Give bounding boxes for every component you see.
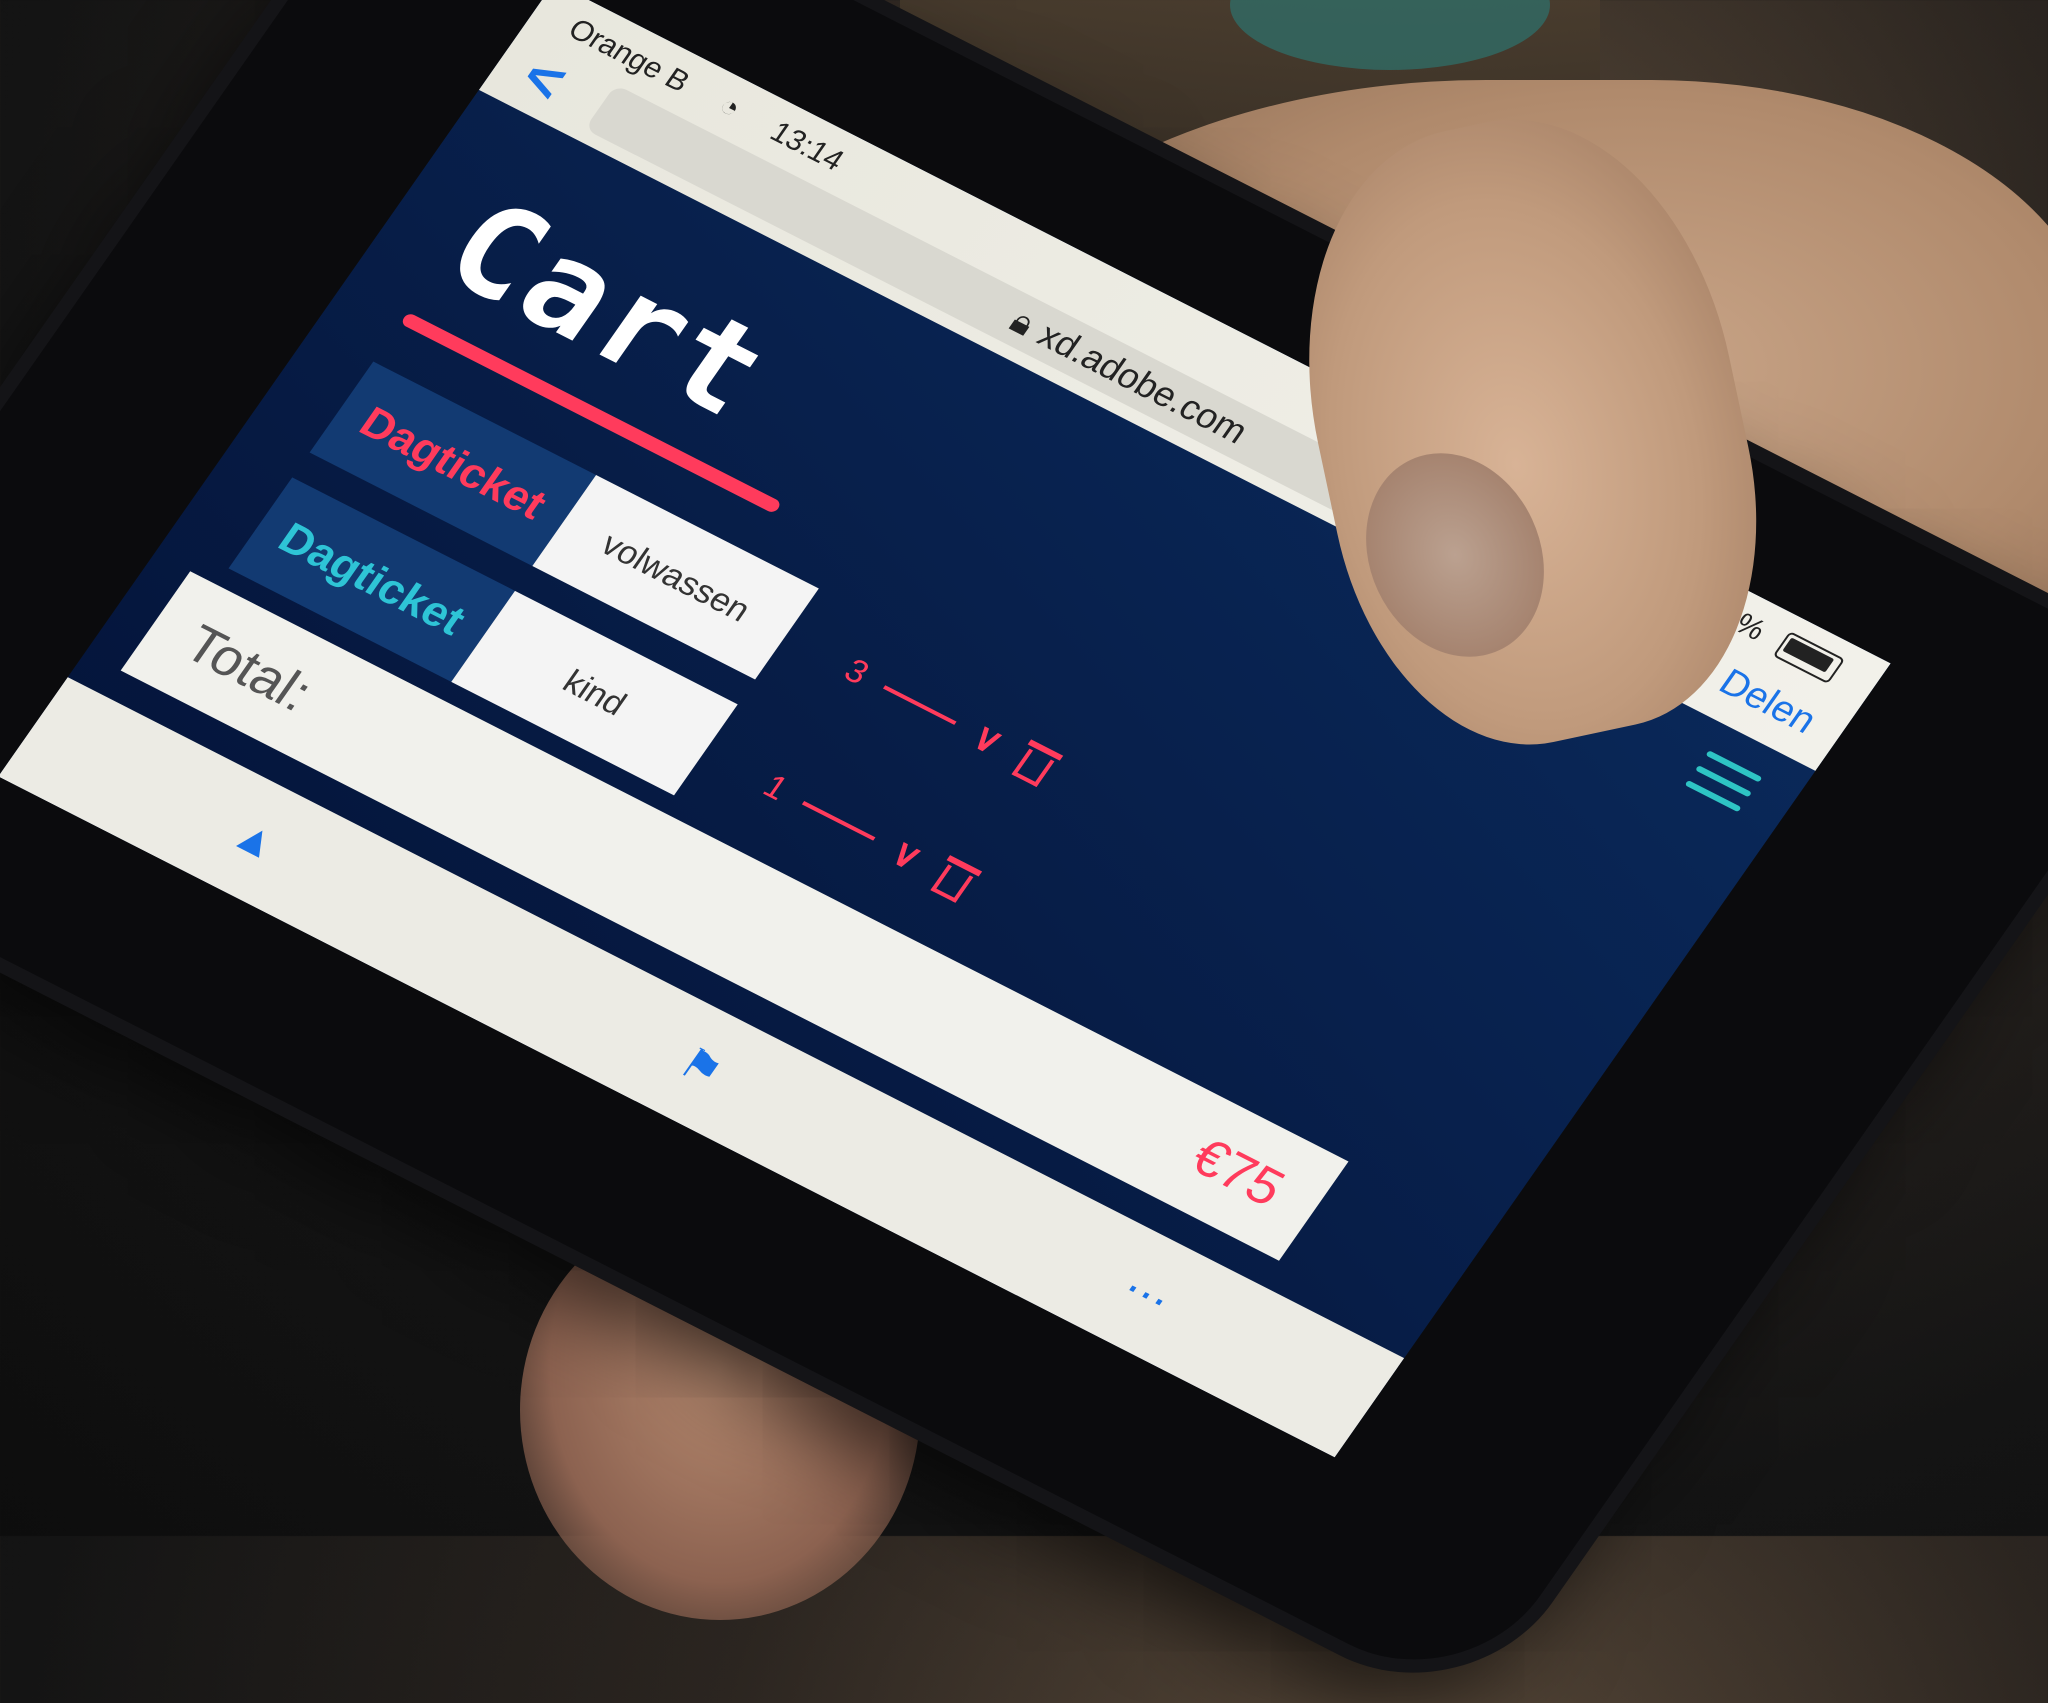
quantity-underline xyxy=(883,684,957,725)
quantity-underline xyxy=(802,800,876,841)
trash-icon[interactable] xyxy=(927,855,982,904)
chevron-down-icon[interactable]: ∨ xyxy=(962,714,1013,764)
quantity-value: 3 xyxy=(837,651,877,692)
bookmarks-icon[interactable]: ⚑ xyxy=(660,1033,743,1102)
share-icon[interactable]: ▲ xyxy=(214,806,296,875)
more-icon[interactable]: ⋯ xyxy=(1105,1260,1188,1329)
chevron-down-icon[interactable]: ∨ xyxy=(881,830,932,880)
menu-icon[interactable] xyxy=(1684,750,1763,813)
quantity-value: 1 xyxy=(756,767,795,808)
wifi-icon: ◔ xyxy=(712,88,748,125)
trash-icon[interactable] xyxy=(1008,739,1063,788)
total-label: Total: xyxy=(173,614,324,723)
quantity-stepper[interactable]: 3 ∨ xyxy=(835,649,1065,790)
total-value: €75 xyxy=(1180,1127,1296,1218)
